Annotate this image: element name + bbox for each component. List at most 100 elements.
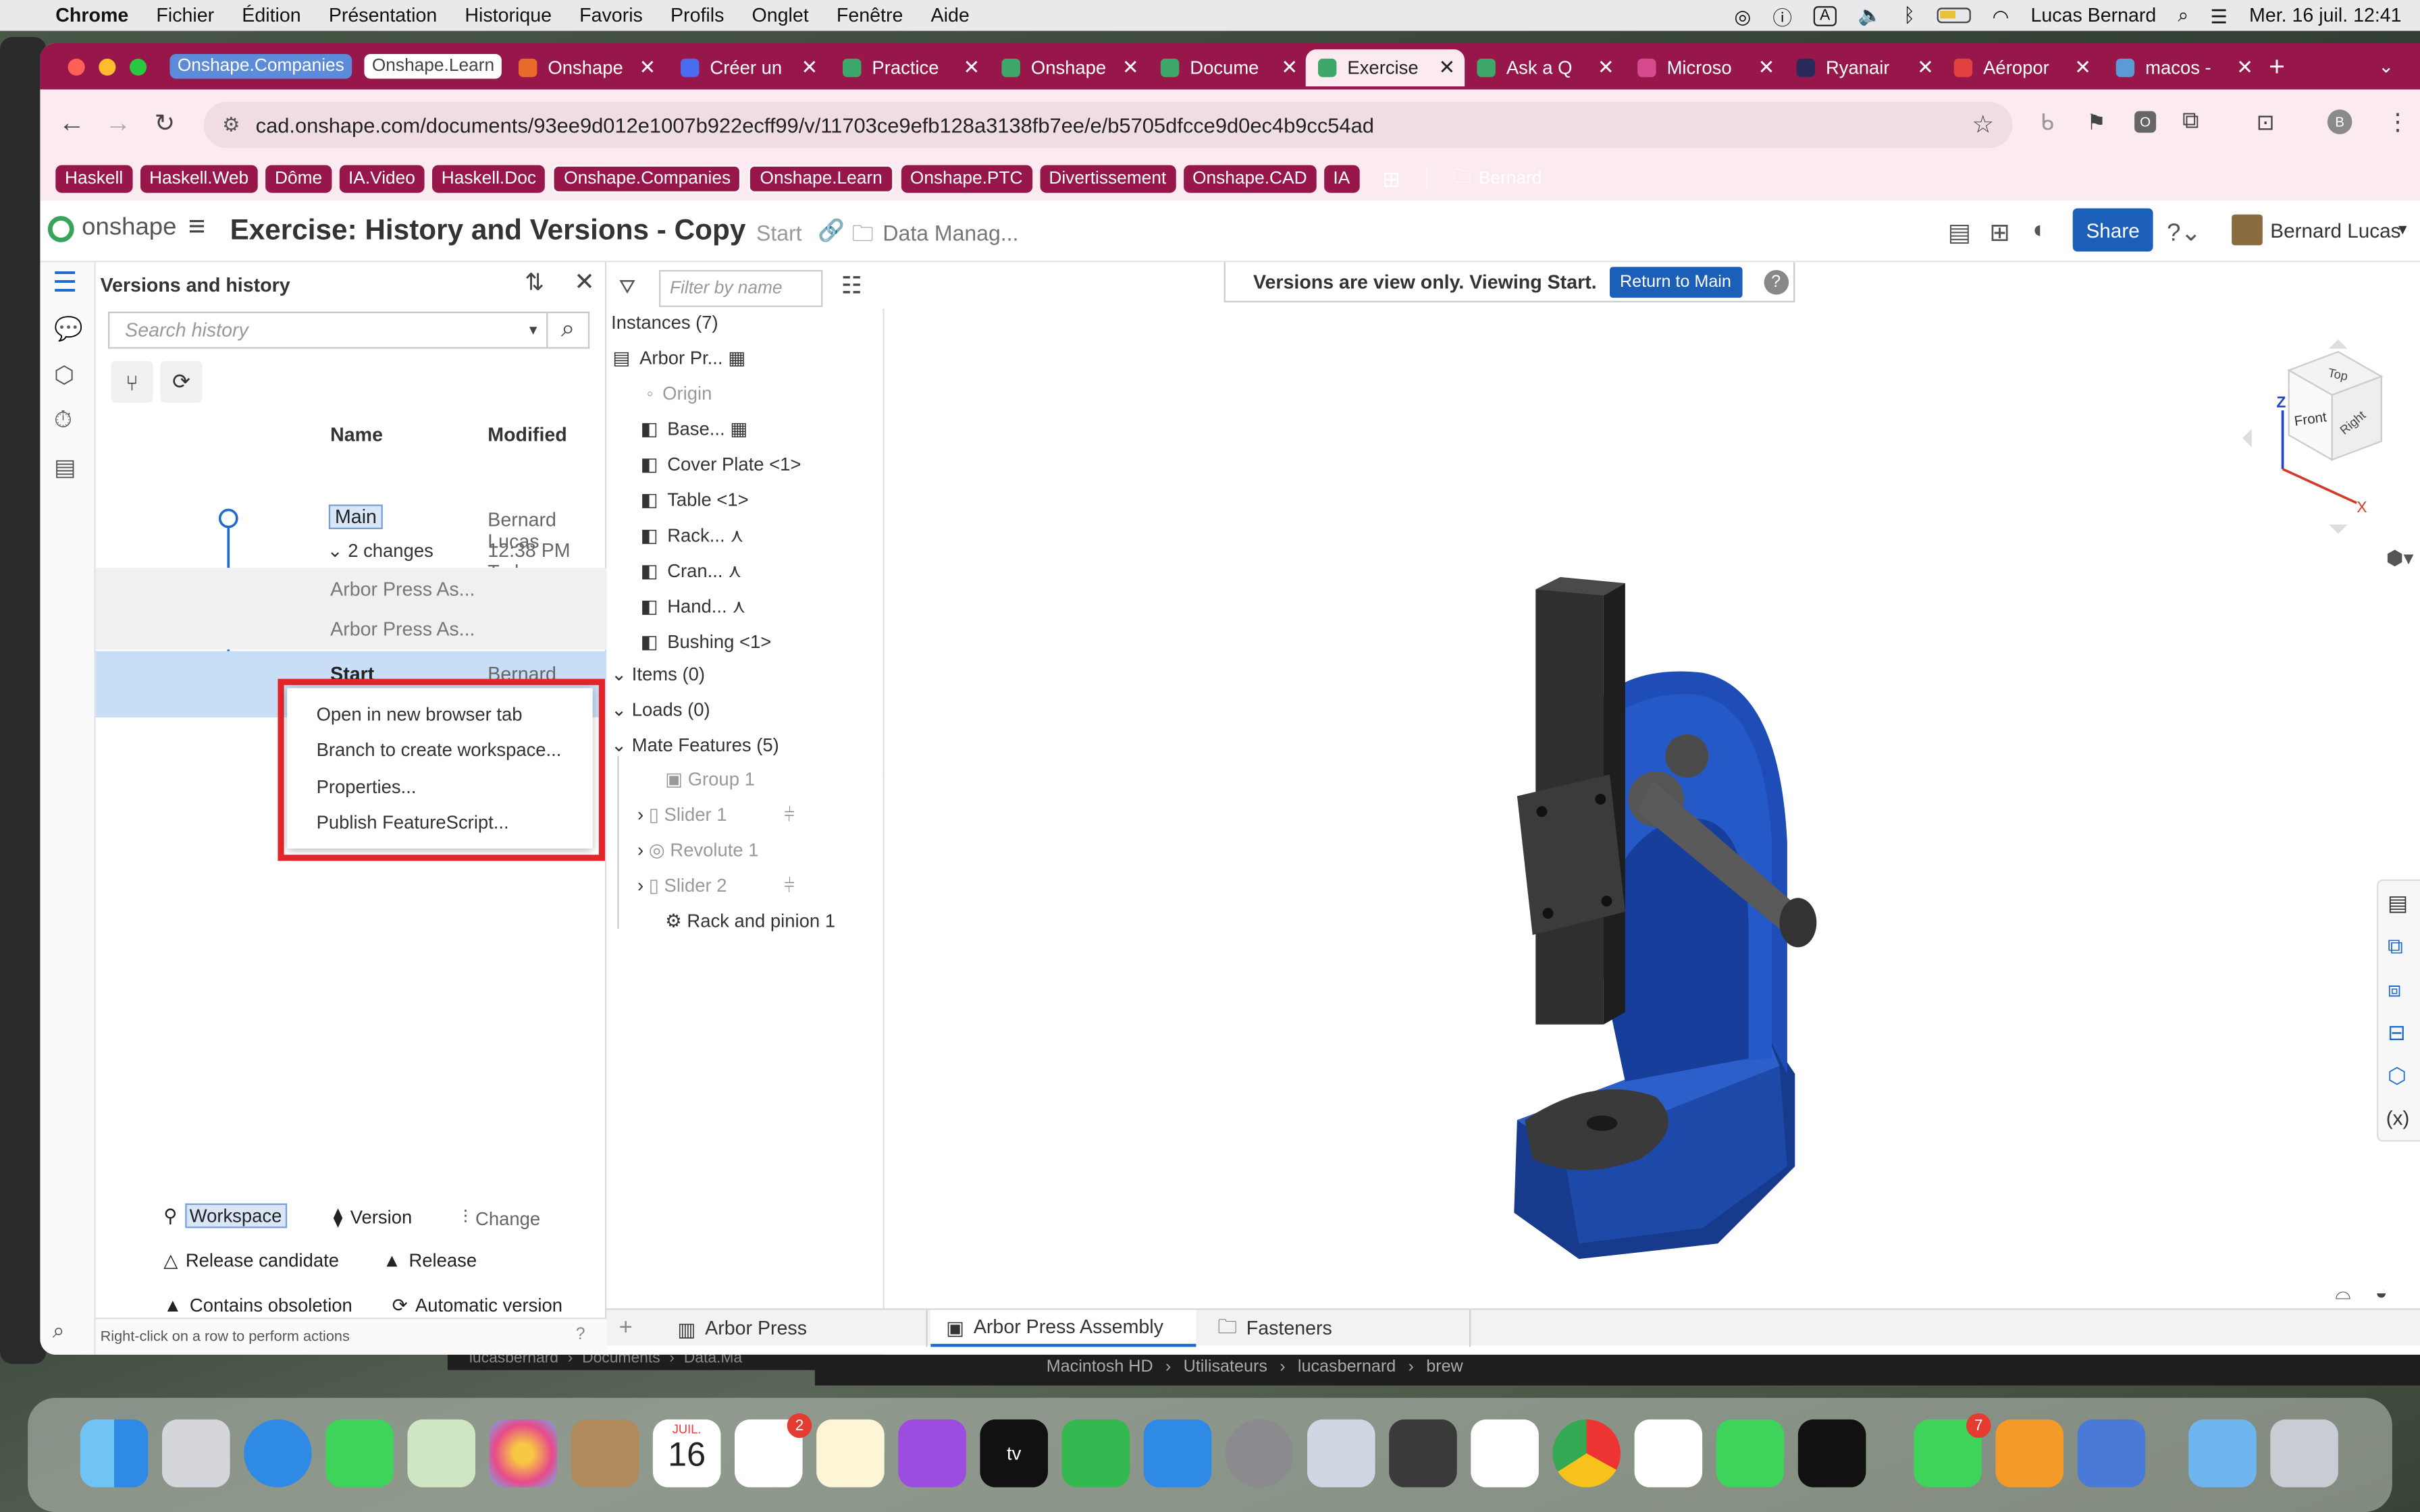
- calendar-icon[interactable]: JUIL. 16: [652, 1419, 721, 1488]
- learning-center-icon[interactable]: ◐: [2032, 217, 2047, 245]
- window-zoom-button[interactable]: [129, 58, 147, 76]
- system-settings-icon[interactable]: [1225, 1419, 1294, 1488]
- tab-close-icon[interactable]: ✕: [801, 55, 818, 80]
- menu-fichier[interactable]: Fichier: [156, 5, 214, 26]
- menu-edition[interactable]: Édition: [242, 5, 300, 26]
- tree-instance[interactable]: ◧ Cover Plate <1>: [641, 454, 801, 475]
- window-minimize-button[interactable]: [99, 58, 116, 76]
- filter-icon[interactable]: ⛛: [619, 275, 636, 300]
- tab-close-icon[interactable]: ✕: [1598, 55, 1614, 80]
- safari-icon[interactable]: [244, 1419, 312, 1488]
- mate-rack-pinion[interactable]: ⚙ Rack and pinion 1: [665, 911, 835, 932]
- path-part[interactable]: Utilisateurs: [1184, 1357, 1267, 1376]
- bookmark-item[interactable]: Dôme: [265, 165, 332, 193]
- versions-history-icon[interactable]: ☰: [53, 267, 78, 299]
- chevron-right-icon[interactable]: ›: [637, 804, 643, 826]
- tab-close-icon[interactable]: ✕: [963, 55, 980, 80]
- close-panel-icon[interactable]: ✕: [574, 267, 595, 298]
- bookmark-star-icon[interactable]: ☆: [1972, 109, 1994, 140]
- chrome-menu-icon[interactable]: ⋮: [2386, 108, 2409, 136]
- onshape-logo-icon[interactable]: [47, 215, 74, 242]
- profile-avatar[interactable]: B: [2327, 109, 2352, 134]
- zoom-search-icon[interactable]: ⌕: [53, 1318, 65, 1344]
- menu-open-new-tab[interactable]: Open in new browser tab: [287, 696, 593, 732]
- add-tab-icon[interactable]: +: [619, 1314, 633, 1341]
- tree-instance[interactable]: ◧ Cran... ⋏: [641, 560, 742, 582]
- tree-instance[interactable]: ◧ Base... ▦: [641, 418, 748, 439]
- menu-fenetre[interactable]: Fenêtre: [837, 5, 903, 26]
- column-modified[interactable]: Modified: [488, 425, 567, 446]
- menu-favoris[interactable]: Favoris: [579, 5, 643, 26]
- spotlight-icon[interactable]: ⌕: [2178, 4, 2188, 27]
- mate-group-1[interactable]: ▣ Group 1: [665, 768, 755, 790]
- site-info-icon[interactable]: ⚙: [222, 113, 240, 138]
- tab-close-icon[interactable]: ✕: [1758, 55, 1775, 80]
- properties-icon[interactable]: ▤: [1948, 217, 1972, 248]
- menu-historique[interactable]: Historique: [465, 5, 552, 26]
- menu-profils[interactable]: Profils: [670, 5, 724, 26]
- control-center-icon[interactable]: ☰: [2210, 4, 2228, 27]
- view-options-icon[interactable]: ⬢▾: [2386, 546, 2414, 571]
- auto-version-filter-icon[interactable]: ⟳: [160, 360, 203, 403]
- path-part[interactable]: Macintosh HD: [1047, 1357, 1153, 1376]
- browser-tab[interactable]: Ryanair ✕: [1784, 49, 1943, 86]
- wifi-icon[interactable]: ◠: [1993, 4, 2009, 27]
- freeform-icon[interactable]: [1471, 1419, 1539, 1488]
- bookmark-item[interactable]: Haskell.Web: [140, 165, 258, 193]
- tab-group-learn[interactable]: Onshape.Learn: [364, 53, 502, 79]
- share-button[interactable]: Share: [2072, 208, 2153, 252]
- footer-help-icon[interactable]: ?: [576, 1325, 585, 1343]
- timer-icon[interactable]: ⏱: [54, 407, 72, 433]
- tree-instance[interactable]: ◦ Origin: [647, 383, 712, 404]
- tab-search-icon[interactable]: ⌄: [2378, 55, 2394, 77]
- column-name[interactable]: Name: [330, 425, 383, 446]
- sublime-text-icon[interactable]: [1389, 1419, 1457, 1488]
- bom-icon[interactable]: ⧉: [2388, 934, 2403, 960]
- chrome-icon[interactable]: [1552, 1419, 1621, 1488]
- tab-close-icon[interactable]: ✕: [1917, 55, 1934, 80]
- appearance-icon[interactable]: ▤: [2388, 890, 2408, 917]
- mate-slider-1[interactable]: › ▯ Slider 1: [637, 804, 727, 826]
- render-icon[interactable]: ⬡: [2388, 1063, 2406, 1089]
- changes-toggle[interactable]: ⌄ 2 changes: [327, 540, 433, 562]
- tab-close-icon[interactable]: ✕: [639, 55, 656, 80]
- tab-close-icon[interactable]: ✕: [1122, 55, 1139, 80]
- photos-icon[interactable]: [489, 1419, 558, 1488]
- mate-revolute-1[interactable]: › ◎ Revolute 1: [637, 839, 759, 861]
- arbor-press-model[interactable]: [1455, 565, 1856, 1274]
- tree-instance[interactable]: ◧ Bushing <1>: [641, 631, 772, 653]
- help-icon[interactable]: ?⌄: [2167, 217, 2201, 248]
- app-store-icon[interactable]: [1143, 1419, 1212, 1488]
- branch-filter-icon[interactable]: ⑂: [111, 360, 153, 403]
- parts-icon[interactable]: ⬡: [54, 361, 74, 389]
- search-icon[interactable]: ⌕: [548, 311, 590, 349]
- browser-tab[interactable]: Docume ✕: [1149, 49, 1307, 86]
- history-row-main[interactable]: Main ⌄ 2 changes Bernard Lucas 12:38 PM …: [96, 498, 607, 583]
- notes-icon[interactable]: [816, 1419, 885, 1488]
- browser-tab[interactable]: Créer un ✕: [668, 49, 827, 86]
- bookmark-item[interactable]: Divertissement: [1039, 165, 1176, 193]
- extension-o-icon[interactable]: O: [2134, 111, 2157, 133]
- bookmark-folder-bernard[interactable]: 🗀 Bernard: [1453, 164, 1542, 193]
- link-icon[interactable]: 🔗: [818, 217, 845, 244]
- back-icon[interactable]: ←: [59, 108, 85, 139]
- variables-icon[interactable]: (x): [2386, 1106, 2410, 1129]
- user-avatar[interactable]: [2232, 214, 2263, 246]
- numbers-icon[interactable]: [1061, 1419, 1130, 1488]
- finder-icon[interactable]: [80, 1419, 149, 1488]
- data-manager-link[interactable]: Data Manag...: [883, 221, 1018, 246]
- bookmark-item[interactable]: IA.Video: [339, 165, 425, 193]
- view-cube[interactable]: Top Front Right Z X: [2197, 324, 2420, 556]
- browser-tab[interactable]: macos - ✕: [2103, 49, 2262, 86]
- measure-tool-icon[interactable]: ⌓: [2335, 1280, 2351, 1305]
- battery-icon[interactable]: [1937, 7, 1971, 24]
- mate-features-group[interactable]: ⌄ Mate Features (5): [611, 734, 779, 756]
- menu-onglet[interactable]: Onglet: [752, 5, 809, 26]
- menu-app-chrome[interactable]: Chrome: [55, 5, 128, 26]
- chevron-right-icon[interactable]: ›: [637, 839, 643, 861]
- list-icon[interactable]: ▤: [54, 454, 76, 481]
- bookmark-item[interactable]: IA: [1323, 165, 1359, 193]
- browser-tab[interactable]: Exercise ✕: [1305, 49, 1465, 86]
- omnibox[interactable]: ⚙ cad.onshape.com/documents/93ee9d012e10…: [203, 101, 2013, 148]
- app-store-icon[interactable]: ⊞: [1989, 217, 2010, 248]
